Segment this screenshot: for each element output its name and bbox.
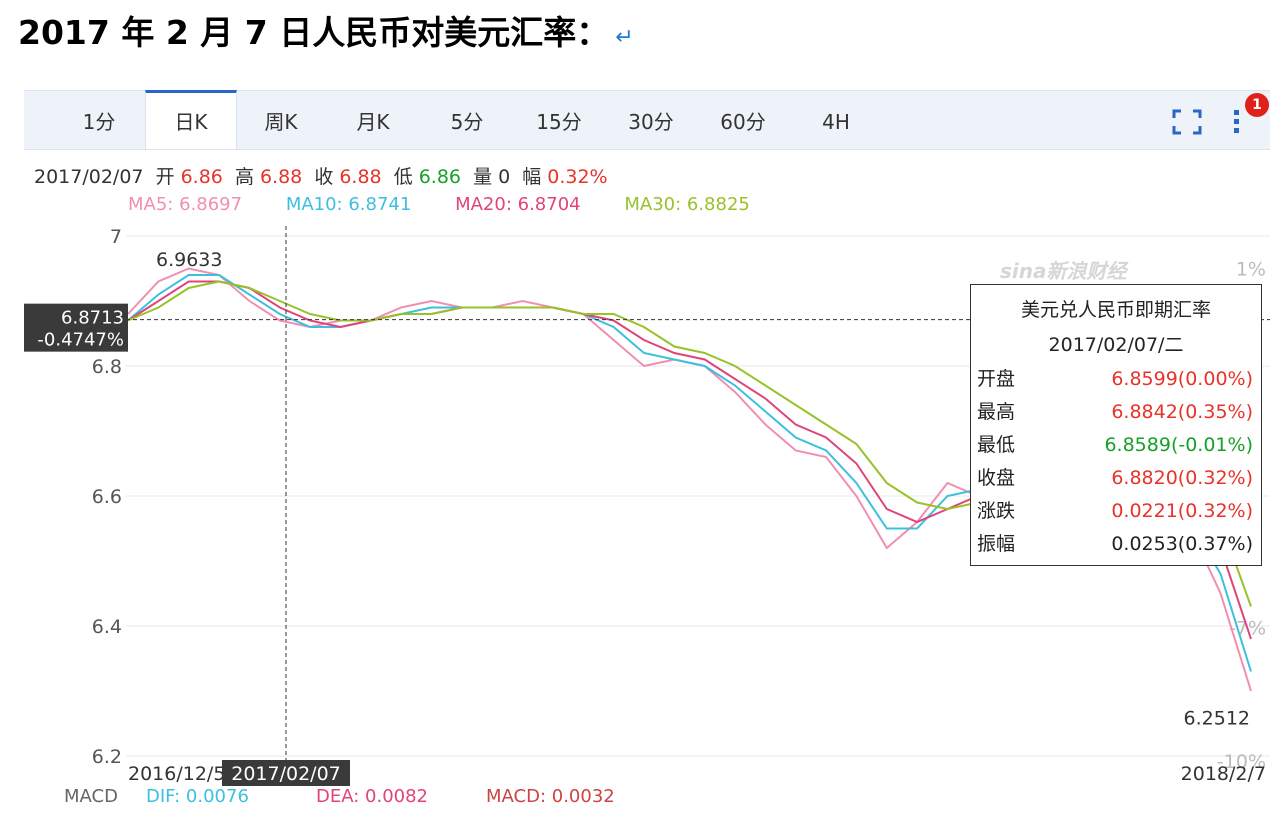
tooltip-value: 0.0221(0.32%) [1111, 500, 1253, 522]
tooltip-label: 振幅 [977, 533, 1016, 555]
tooltip-row-high: 最高 6.8842(0.35%) [971, 396, 1261, 429]
tooltip-row-open: 开盘 6.8599(0.00%) [971, 363, 1261, 396]
tooltip-label: 最低 [977, 434, 1016, 456]
tooltip-value: 6.8589(-0.01%) [1104, 434, 1253, 456]
tooltip-row-low: 最低 6.8589(-0.01%) [971, 429, 1261, 462]
chart-panel: 1分 日K 周K 月K 5分 15分 30分 60分 4H 1 2017/02/… [24, 90, 1270, 810]
tooltip-value: 6.8842(0.35%) [1111, 401, 1253, 423]
macd-dif: DIF: 0.0076 [146, 786, 249, 807]
tooltip-label: 开盘 [977, 368, 1016, 390]
tooltip-label: 收盘 [977, 467, 1016, 489]
heading-text: 2017 年 2 月 7 日人民币对美元汇率： [18, 13, 610, 52]
tooltip-title: 美元兑人民币即期汇率 [1020, 299, 1211, 321]
tooltip-row-amplitude: 振幅 0.0253(0.37%) [971, 528, 1261, 561]
y-tick-label: 6.6 [92, 486, 122, 508]
x-start-label: 2016/12/5 [128, 763, 225, 785]
macd-dea: DEA: 0.0082 [316, 786, 428, 807]
macd-label: MACD [64, 786, 118, 807]
macd-value: MACD: 0.0032 [486, 786, 615, 807]
max-value-label: 6.9633 [156, 249, 222, 271]
y-tick-label: 6.8 [92, 356, 122, 378]
right-tick-label: 1% [1236, 259, 1266, 281]
crosshair-pct-label: -0.4747% [37, 330, 124, 351]
tooltip-label: 最高 [977, 401, 1016, 423]
tooltip-value: 6.8820(0.32%) [1111, 467, 1253, 489]
crosshair-y-label: 6.8713 [61, 308, 124, 329]
crosshair-x-label: 2017/02/07 [231, 763, 341, 785]
tooltip-value: 6.8599(0.00%) [1111, 368, 1253, 390]
min-value-label: 6.2512 [1184, 708, 1250, 730]
tooltip-row-close: 收盘 6.8820(0.32%) [971, 462, 1261, 495]
price-tooltip: 美元兑人民币即期汇率 2017/02/07/二 开盘 6.8599(0.00%) … [970, 284, 1262, 566]
tooltip-label: 涨跌 [977, 500, 1016, 522]
y-tick-label: 6.4 [92, 616, 122, 638]
tooltip-row-change: 涨跌 0.0221(0.32%) [971, 495, 1261, 528]
sina-watermark: sina新浪财经 [1000, 259, 1129, 283]
document-heading: 2017 年 2 月 7 日人民币对美元汇率： ↵ [18, 6, 634, 54]
tooltip-date: 2017/02/07/二 [1048, 334, 1184, 356]
tooltip-value: 0.0253(0.37%) [1111, 533, 1253, 555]
y-tick-label: 6.2 [92, 746, 122, 768]
y-tick-label: 7 [110, 226, 122, 248]
x-end-label: 2018/2/7 [1181, 763, 1266, 785]
return-mark: ↵ [615, 25, 634, 50]
